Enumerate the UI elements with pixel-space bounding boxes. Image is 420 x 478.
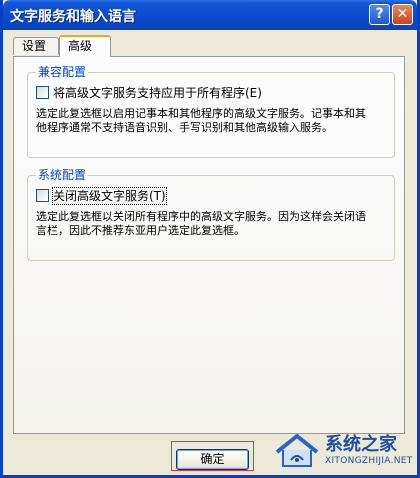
system-checkbox[interactable] bbox=[36, 189, 49, 202]
system-checkbox-label[interactable]: 关闭高级文字服务(T) bbox=[52, 187, 167, 205]
house-logo-icon bbox=[275, 434, 319, 467]
close-button[interactable]: ✕ bbox=[392, 4, 413, 25]
watermark-url: XITONGZHIJIA.NET bbox=[325, 456, 413, 466]
title-bar[interactable]: 文字服务和输入语言 ? ✕ bbox=[3, 0, 417, 30]
watermark-name: 系统之家 bbox=[325, 434, 397, 455]
tab-advanced[interactable]: 高级 bbox=[59, 35, 111, 57]
ok-button[interactable]: 确定 bbox=[176, 449, 249, 470]
system-config-group: 系统配置 关闭高级文字服务(T) 选定此复选框以关闭所有程序中的高级文字服务。因… bbox=[27, 167, 395, 261]
site-watermark: 系统之家 XITONGZHIJIA.NET bbox=[273, 426, 419, 474]
help-icon: ? bbox=[375, 6, 384, 22]
system-group-title: 系统配置 bbox=[36, 167, 89, 183]
close-icon: ✕ bbox=[396, 6, 409, 22]
system-description: 选定此复选框以关闭所有程序中的高级文字服务。因为这样会关闭语言栏，因此不推荐东亚… bbox=[36, 210, 366, 237]
compat-config-group: 兼容配置 将高级文字服务支持应用于所有程序(E) 选定此复选框以启用记事本和其他… bbox=[27, 64, 395, 158]
tab-panel-advanced: 兼容配置 将高级文字服务支持应用于所有程序(E) 选定此复选框以启用记事本和其他… bbox=[13, 56, 405, 434]
window-title: 文字服务和输入语言 bbox=[10, 9, 136, 25]
help-button[interactable]: ? bbox=[369, 4, 390, 25]
compat-checkbox[interactable] bbox=[36, 86, 49, 99]
tab-settings[interactable]: 设置 bbox=[13, 37, 59, 55]
compat-checkbox-label[interactable]: 将高级文字服务支持应用于所有程序(E) bbox=[53, 85, 262, 101]
compat-group-title: 兼容配置 bbox=[36, 64, 89, 80]
compat-description: 选定此复选框以启用记事本和其他程序的高级文字服务。记事本和其他程序通常不支持语音… bbox=[36, 107, 366, 134]
dialog-window: 文字服务和输入语言 ? ✕ 设置 高级 兼容配置 将高级文字服务支持应用于所有程… bbox=[0, 0, 420, 478]
